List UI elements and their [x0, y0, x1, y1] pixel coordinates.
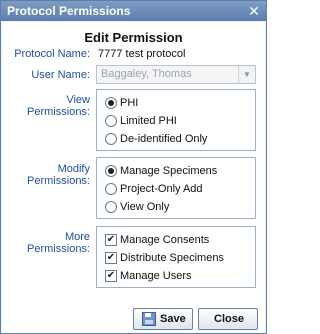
- protocol-permissions-dialog: Protocol Permissions ✕ Edit Permission P…: [0, 0, 267, 334]
- radio-limited-phi[interactable]: [105, 115, 117, 127]
- floppy-disk-icon: [142, 312, 156, 326]
- close-button[interactable]: Close: [198, 308, 258, 330]
- save-button-label: Save: [160, 313, 186, 325]
- dialog-body: Edit Permission Protocol Name: 7777 test…: [2, 22, 265, 333]
- user-name-label: User Name:: [31, 69, 90, 81]
- radio-phi[interactable]: [105, 97, 117, 109]
- dialog-title: Protocol Permissions: [7, 4, 131, 18]
- more-permissions-group: ✔ Manage Consents ✔ Distribute Specimens…: [96, 226, 256, 288]
- modify-option-view-only-label: View Only: [120, 201, 170, 213]
- page-title: Edit Permission: [84, 30, 183, 45]
- modify-option-project-only-add-label: Project-Only Add: [120, 183, 203, 195]
- checkbox-distribute-specimens[interactable]: ✔: [105, 252, 117, 264]
- checkbox-manage-users[interactable]: ✔: [105, 270, 117, 282]
- more-option-distribute-specimens-label: Distribute Specimens: [120, 252, 224, 264]
- radio-manage-specimens[interactable]: [105, 165, 117, 177]
- modify-permissions-label: Modify Permissions:: [27, 163, 90, 187]
- user-name-select[interactable]: Baggaley, Thomas ▼: [96, 65, 256, 84]
- close-button-label: Close: [214, 313, 244, 325]
- save-button[interactable]: Save: [133, 308, 193, 330]
- radio-deidentified[interactable]: [105, 133, 117, 145]
- view-option-deidentified-label: De-identified Only: [120, 133, 208, 145]
- view-permissions-label: View Permissions:: [27, 94, 90, 118]
- view-option-phi-label: PHI: [120, 97, 139, 109]
- chevron-down-icon[interactable]: ▼: [238, 66, 255, 83]
- view-permissions-group: PHI Limited PHI De-identified Only: [96, 89, 256, 151]
- more-permissions-label: More Permissions:: [27, 231, 90, 255]
- radio-project-only-add[interactable]: [105, 183, 117, 195]
- dialog-titlebar[interactable]: Protocol Permissions ✕: [1, 1, 266, 21]
- protocol-name-value: 7777 test protocol: [98, 48, 186, 60]
- user-name-value: Baggaley, Thomas: [101, 68, 192, 80]
- view-option-limited-phi-label: Limited PHI: [120, 115, 177, 127]
- more-option-manage-consents-label: Manage Consents: [120, 234, 210, 246]
- protocol-name-label: Protocol Name:: [14, 48, 90, 60]
- checkbox-manage-consents[interactable]: ✔: [105, 234, 117, 246]
- more-option-manage-users-label: Manage Users: [120, 270, 192, 282]
- close-icon[interactable]: ✕: [246, 3, 262, 19]
- modify-permissions-group: Manage Specimens Project-Only Add View O…: [96, 157, 256, 219]
- radio-view-only[interactable]: [105, 201, 117, 213]
- modify-option-manage-specimens-label: Manage Specimens: [120, 165, 218, 177]
